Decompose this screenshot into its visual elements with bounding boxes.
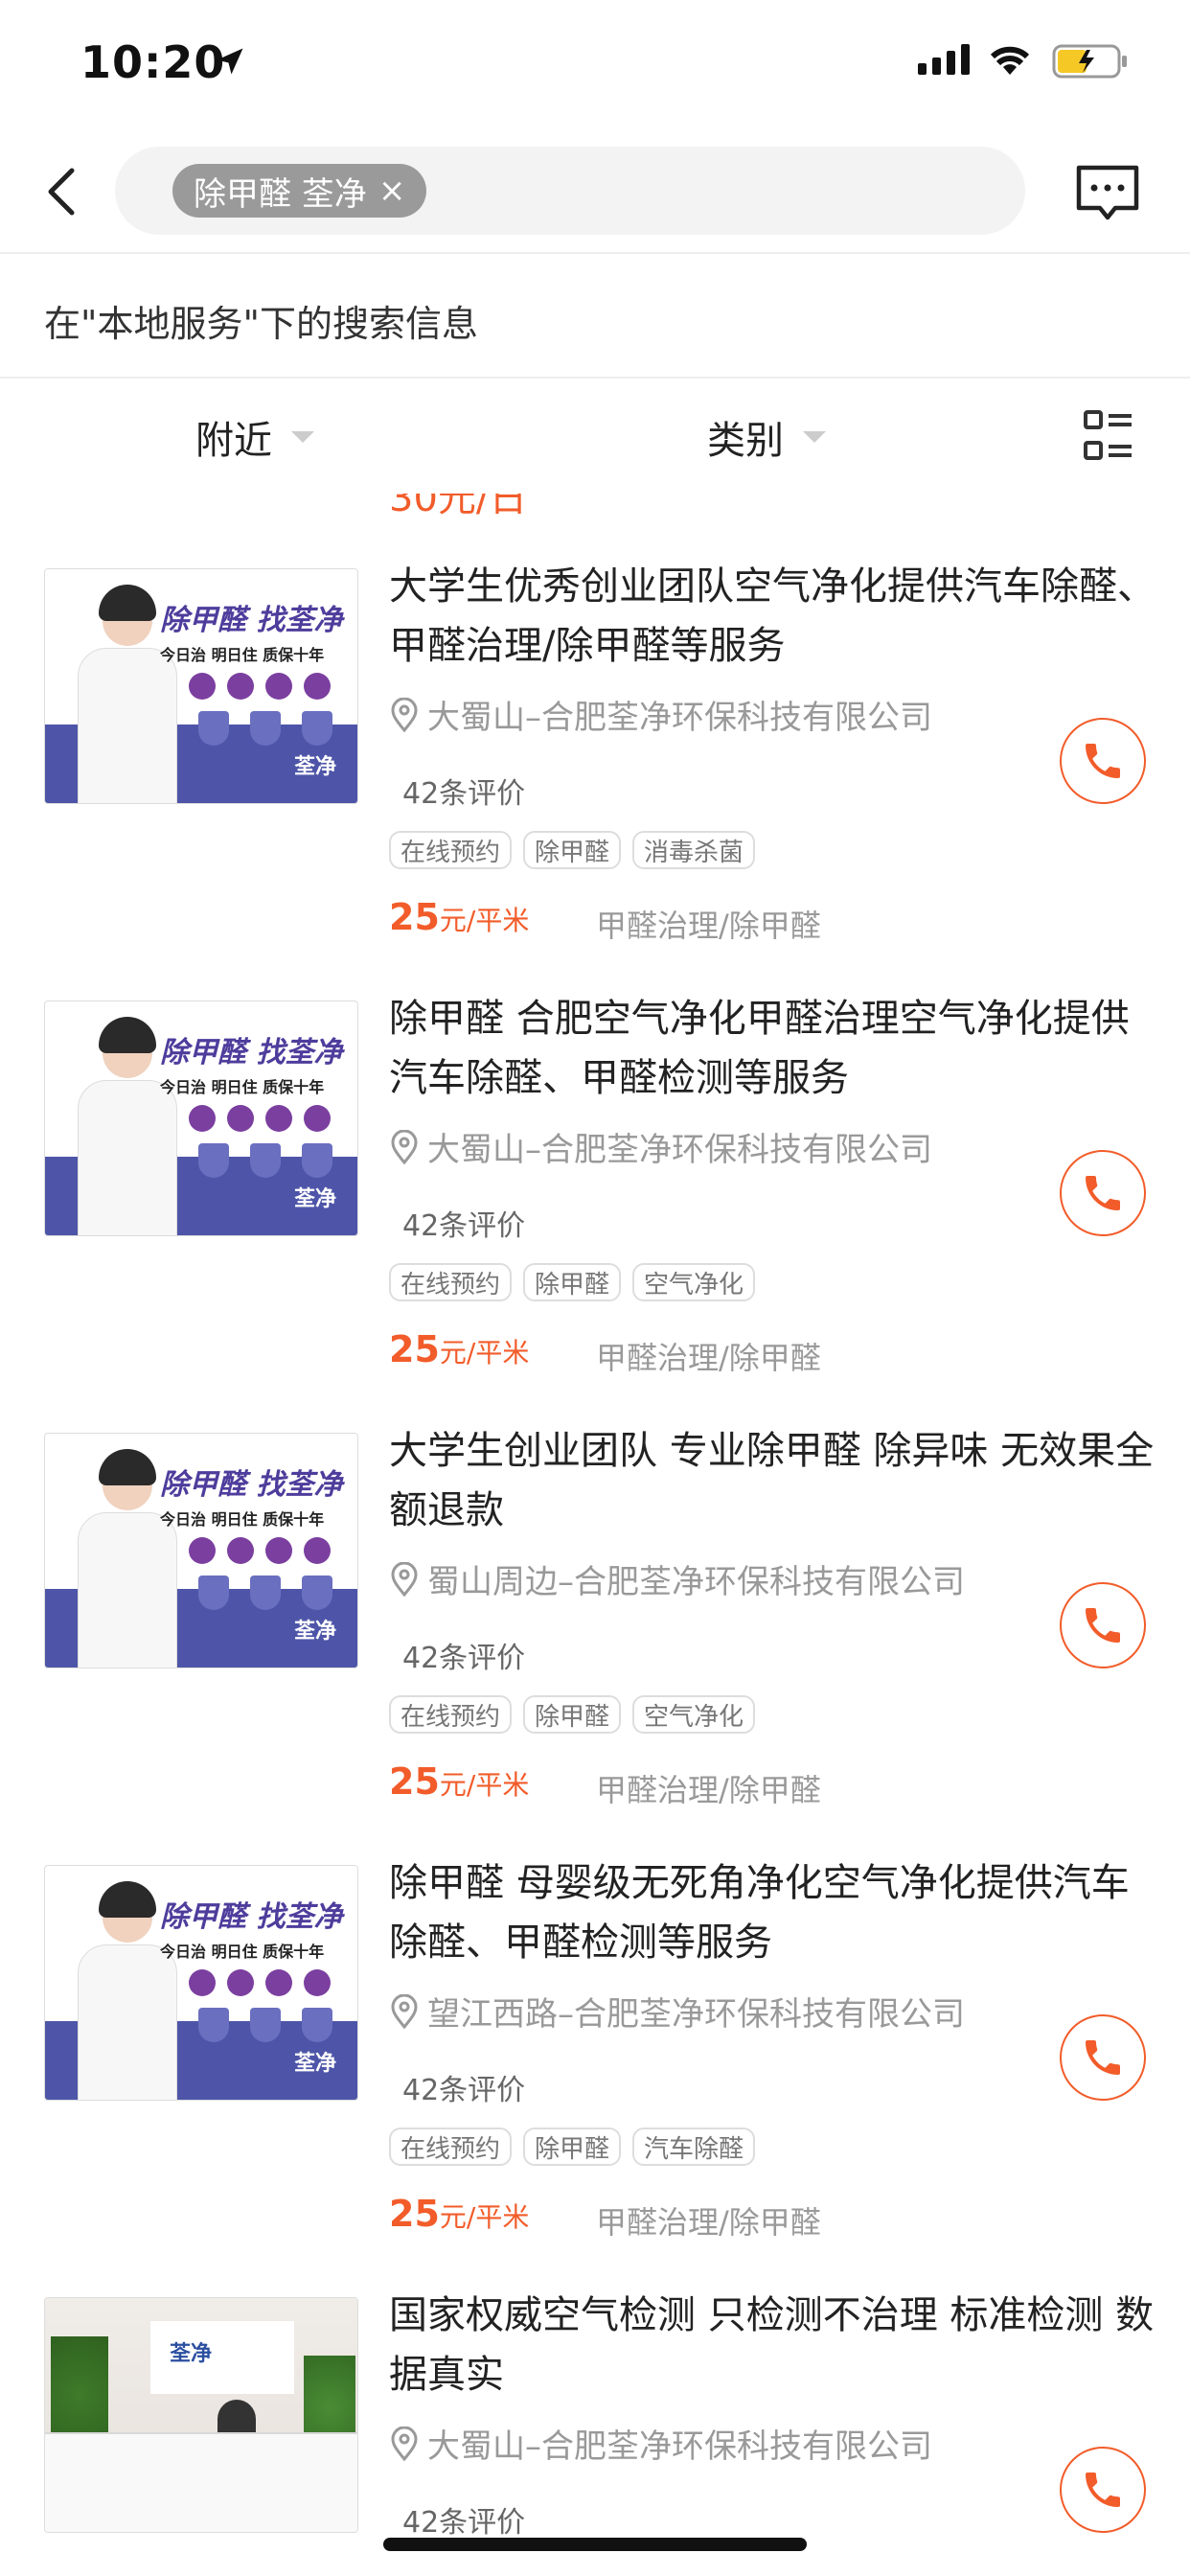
call-button[interactable]	[1060, 1582, 1146, 1668]
phone-icon	[1086, 2472, 1120, 2507]
chevron-down-icon	[803, 431, 826, 443]
brand-logo: 荃净	[293, 1620, 336, 1644]
thumb-headline: 除甲醛 找荃净	[160, 1468, 343, 1502]
item-thumbnail[interactable]: 除甲醛 找荃净 今日治 明日住 质保十年 荃净	[44, 1000, 358, 1236]
status-time: 10:20	[80, 36, 226, 88]
location-pin-icon	[391, 2426, 418, 2461]
phone-icon	[1086, 744, 1120, 778]
item-location: 大蜀山–合肥荃净环保科技有限公司	[389, 1123, 932, 1170]
chevron-down-icon	[291, 431, 314, 443]
item-title[interactable]: 国家权威空气检测 只检测不治理 标准检测 数据真实	[389, 2286, 1156, 2404]
item-location: 大蜀山–合肥荃净环保科技有限公司	[389, 691, 932, 738]
list-item[interactable]: 除甲醛 找荃净 今日治 明日住 质保十年 荃净 大学生优秀创业团队空气净化提供汽…	[0, 494, 1190, 944]
item-thumbnail[interactable]: 除甲醛 找荃净 今日治 明日住 质保十年 荃净	[44, 1865, 358, 2101]
search-nav-bar: 除甲醛 荃净 ×	[0, 129, 1190, 254]
search-tag-label: 除甲醛 荃净	[194, 174, 367, 214]
item-location: 望江西路–合肥荃净环保科技有限公司	[389, 1988, 965, 2035]
item-reviews: 42条评价	[402, 1642, 526, 1675]
location-pin-icon	[391, 1561, 418, 1597]
item-title[interactable]: 除甲醛 合肥空气净化甲醛治理空气净化提供汽车除醛、甲醛检测等服务	[389, 989, 1156, 1108]
list-item[interactable]: 除甲醛 找荃净 今日治 明日住 质保十年 荃净 大学生创业团队 专业除甲醛 除异…	[0, 1358, 1190, 1808]
item-tag: 汽车除醛	[632, 2128, 756, 2166]
brand-logo: 荃净	[293, 1187, 336, 1211]
call-button[interactable]	[1060, 2447, 1146, 2533]
filter-category[interactable]: 类别	[707, 409, 826, 465]
close-icon[interactable]: ×	[378, 172, 406, 210]
item-tag: 在线预约	[389, 1263, 513, 1301]
brand-logo: 荃净	[170, 2342, 213, 2366]
item-thumbnail[interactable]: 除甲醛 找荃净 今日治 明日住 质保十年 荃净	[44, 568, 358, 804]
phone-icon	[1086, 2040, 1120, 2075]
item-tags: 在线预约 除甲醛 汽车除醛	[389, 2128, 756, 2166]
list-layout-icon[interactable]	[1083, 409, 1133, 463]
thumb-slogan: 今日治 明日住 质保十年	[160, 1078, 325, 1096]
item-reviews: 42条评价	[402, 777, 526, 811]
thumb-headline: 除甲醛 找荃净	[160, 1036, 343, 1070]
filter-nearby-label: 附近	[195, 419, 272, 463]
item-thumbnail[interactable]: 荃净	[44, 2297, 358, 2533]
item-tag: 消毒杀菌	[632, 831, 756, 869]
thumb-slogan: 今日治 明日住 质保十年	[160, 646, 325, 664]
item-reviews: 42条评价	[402, 2074, 526, 2107]
item-title[interactable]: 大学生创业团队 专业除甲醛 除异味 无效果全额退款	[389, 1421, 1156, 1540]
item-tag: 除甲醛	[523, 2128, 622, 2166]
call-button[interactable]	[1060, 2014, 1146, 2101]
search-query-tag[interactable]: 除甲醛 荃净 ×	[172, 164, 427, 218]
location-pin-icon	[391, 1129, 418, 1164]
item-reviews: 42条评价	[402, 2506, 526, 2540]
thumb-headline: 除甲醛 找荃净	[160, 1900, 343, 1934]
item-tag: 空气净化	[632, 1695, 756, 1734]
battery-charging-icon	[1052, 44, 1127, 79]
item-tags: 在线预约 除甲醛 空气净化	[389, 1263, 756, 1301]
list-item[interactable]: 除甲醛 找荃净 今日治 明日住 质保十年 荃净 除甲醛 合肥空气净化甲醛治理空气…	[0, 926, 1190, 1376]
item-thumbnail[interactable]: 除甲醛 找荃净 今日治 明日住 质保十年 荃净	[44, 1433, 358, 1668]
phone-icon	[1086, 1176, 1120, 1210]
list-item[interactable]: 荃净 国家权威空气检测 只检测不治理 标准检测 数据真实 大蜀山–合肥荃净环保科…	[0, 2222, 1190, 2576]
filter-nearby[interactable]: 附近	[195, 409, 314, 465]
call-button[interactable]	[1060, 718, 1146, 804]
back-button[interactable]	[29, 158, 96, 225]
result-list: 30元/日 除甲醛 找荃净 今日治 明日住 质保十年 荃净 大学生优秀创业团队空…	[0, 494, 1190, 2576]
item-tag: 在线预约	[389, 1695, 513, 1734]
filter-category-label: 类别	[707, 419, 784, 463]
location-arrow-icon	[217, 48, 243, 75]
item-tag: 空气净化	[632, 1263, 756, 1301]
search-scope-bar: 在"本地服务"下的搜索信息	[0, 256, 1190, 379]
call-button[interactable]	[1060, 1150, 1146, 1236]
item-tags: 在线预约 除甲醛 空气净化	[389, 1695, 756, 1734]
item-reviews: 42条评价	[402, 1209, 526, 1243]
status-bar: 10:20	[0, 0, 1190, 129]
search-scope-text: 在"本地服务"下的搜索信息	[44, 303, 478, 345]
message-icon[interactable]	[1071, 156, 1144, 229]
cellular-signal-icon	[918, 44, 970, 75]
item-tags: 在线预约 除甲醛 消毒杀菌	[389, 831, 756, 869]
location-pin-icon	[391, 697, 418, 732]
brand-logo: 荃净	[293, 2052, 336, 2076]
office-photo: 荃净	[45, 2298, 357, 2532]
thumb-slogan: 今日治 明日住 质保十年	[160, 1510, 325, 1529]
thumb-slogan: 今日治 明日住 质保十年	[160, 1943, 325, 1961]
back-icon	[48, 168, 75, 216]
thumb-headline: 除甲醛 找荃净	[160, 604, 343, 637]
item-title[interactable]: 大学生优秀创业团队空气净化提供汽车除醛、甲醛治理/除甲醛等服务	[389, 557, 1156, 676]
brand-logo: 荃净	[293, 755, 336, 779]
item-tag: 除甲醛	[523, 831, 622, 869]
list-item[interactable]: 除甲醛 找荃净 今日治 明日住 质保十年 荃净 除甲醛 母婴级无死角净化空气净化…	[0, 1790, 1190, 2241]
search-input[interactable]: 除甲醛 荃净 ×	[115, 147, 1025, 235]
location-pin-icon	[391, 1993, 418, 2029]
home-indicator[interactable]	[383, 2538, 807, 2551]
item-title[interactable]: 除甲醛 母婴级无死角净化空气净化提供汽车除醛、甲醛检测等服务	[389, 1853, 1156, 1972]
item-tag: 在线预约	[389, 2128, 513, 2166]
item-tag: 在线预约	[389, 831, 513, 869]
item-tag: 除甲醛	[523, 1263, 622, 1301]
item-location: 大蜀山–合肥荃净环保科技有限公司	[389, 2420, 932, 2467]
item-tag: 除甲醛	[523, 1695, 622, 1734]
filter-bar: 附近 类别	[0, 380, 1190, 494]
phone-icon	[1086, 1608, 1120, 1643]
item-location: 蜀山周边–合肥荃净环保科技有限公司	[389, 1555, 965, 1602]
wifi-icon	[990, 46, 1030, 75]
